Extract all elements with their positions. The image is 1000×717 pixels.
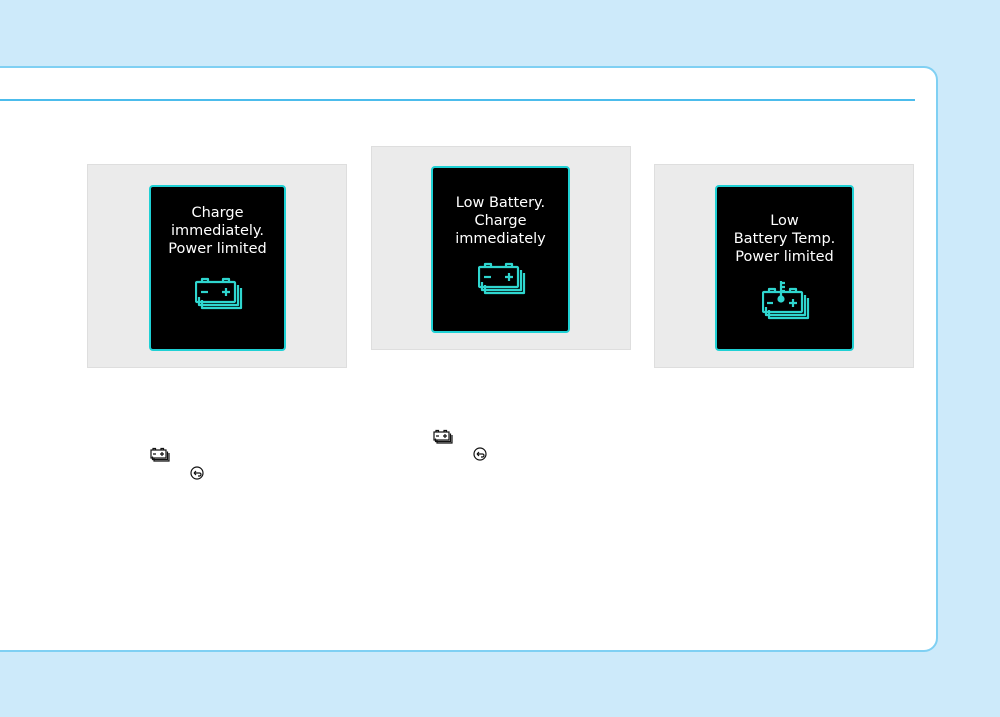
message-line: Charge (474, 213, 527, 229)
battery-stack-icon (150, 447, 170, 462)
message-line: immediately. (170, 223, 265, 239)
message-line: Low Battery. (455, 195, 546, 211)
message-line: Charge (191, 205, 244, 221)
return-button-icon (473, 447, 487, 461)
battery-stack-icon (478, 262, 526, 295)
warning-panel-1: Charge immediately. Power limited (87, 164, 347, 368)
message-line: Power limited (735, 249, 834, 265)
header-rule (0, 99, 915, 101)
message-line: immediately (455, 231, 546, 247)
warning-message-1: Charge immediately. Power limited (168, 204, 266, 258)
warning-message-2: Low Battery. Charge immediately (455, 194, 546, 248)
cluster-screen-2: Low Battery. Charge immediately (431, 166, 570, 333)
message-line: Battery Temp. (733, 231, 836, 247)
return-button-icon (190, 466, 204, 480)
message-line: Low (770, 213, 799, 229)
cluster-screen-1: Charge immediately. Power limited (149, 185, 286, 351)
cluster-screen-3: Low Battery Temp. Power limited (715, 185, 854, 351)
warning-panel-3: Low Battery Temp. Power limited (654, 164, 914, 368)
warning-message-3: Low Battery Temp. Power limited (734, 212, 836, 266)
message-line: Power limited (168, 241, 267, 257)
warning-panel-2: Low Battery. Charge immediately (371, 146, 631, 350)
battery-temperature-icon (762, 281, 810, 320)
battery-stack-icon (195, 277, 243, 310)
battery-stack-icon (433, 429, 453, 444)
